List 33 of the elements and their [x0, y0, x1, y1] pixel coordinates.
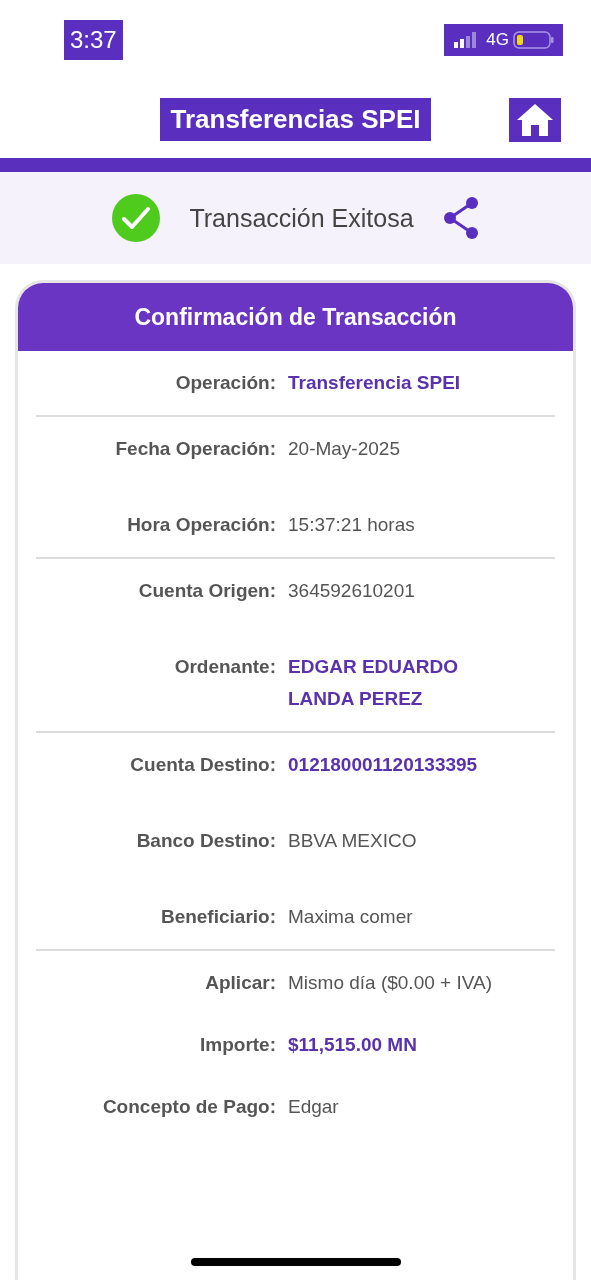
check-icon: [111, 193, 162, 243]
network-label: 4G: [486, 30, 509, 50]
field-label: Beneficiario:: [159, 905, 276, 929]
field-label: Hora Operación:: [126, 513, 276, 537]
share-icon: [441, 196, 480, 240]
field-label: Cuenta Destino:: [129, 753, 276, 777]
battery-icon: [513, 30, 555, 50]
field-value: 20-May-2025: [288, 437, 401, 461]
success-message: Transacción Exitosa: [189, 203, 414, 233]
field-label: Concepto de Pago:: [101, 1095, 276, 1119]
field-label: Operación:: [174, 371, 276, 395]
field-label: Banco Destino:: [135, 829, 276, 853]
field-label: Importe:: [199, 1033, 276, 1057]
screen-title: Transferencias SPEI: [160, 97, 431, 141]
field-value: 15:37:21 horas: [288, 513, 416, 537]
field-value: EDGAR EDUARDO LANDA PEREZ: [288, 655, 459, 711]
card-title: Confirmación de Transacción: [134, 303, 457, 331]
field-value: 364592610201: [288, 579, 416, 603]
field-value: $11,515.00 MN: [288, 1033, 418, 1057]
field-label: Aplicar:: [204, 971, 276, 995]
status-time: 3:37: [64, 20, 123, 60]
share-button[interactable]: [441, 196, 480, 240]
field-value: Transferencia SPEI: [288, 371, 462, 395]
field-label: Fecha Operación:: [114, 437, 276, 461]
field-value: BBVA MEXICO: [288, 829, 418, 853]
field-value: Mismo día ($0.00 + IVA): [288, 971, 493, 995]
field-value: 012180001120133395: [288, 753, 479, 777]
field-value: Edgar: [288, 1095, 340, 1119]
field-value: Maxima comer: [288, 905, 414, 929]
field-label: Cuenta Origen:: [137, 579, 276, 603]
home-icon: [515, 102, 555, 138]
field-label: Ordenante:: [173, 655, 276, 679]
home-button[interactable]: [509, 98, 561, 142]
